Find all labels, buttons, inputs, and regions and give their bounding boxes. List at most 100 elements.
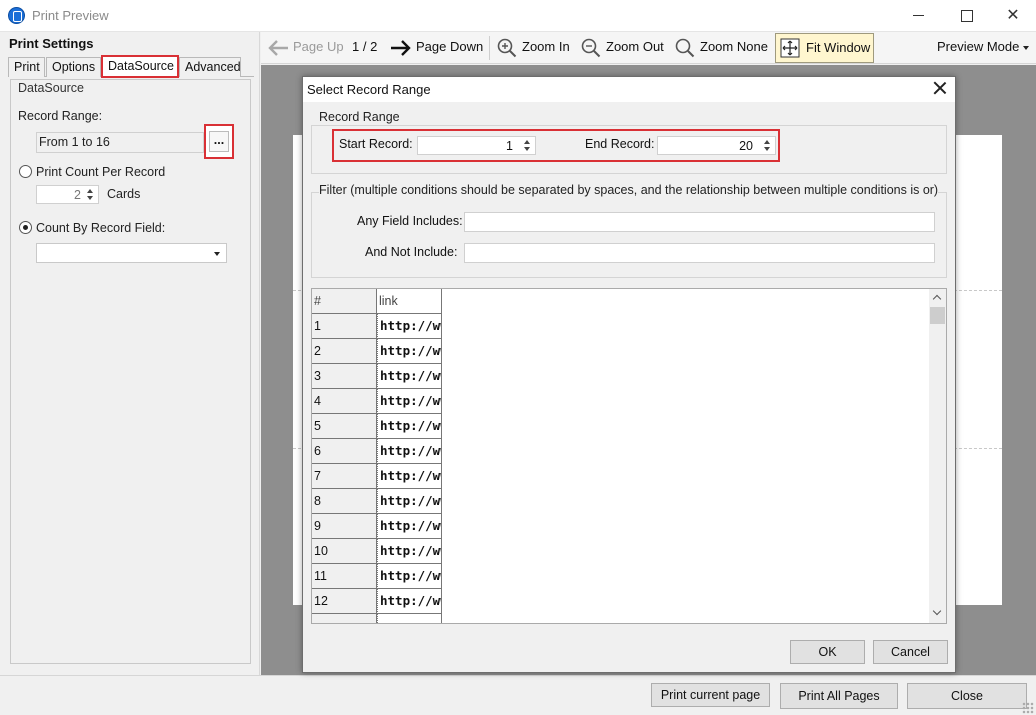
row-number-cell[interactable]: 4 bbox=[312, 389, 377, 414]
close-button[interactable]: Close bbox=[907, 683, 1027, 709]
row-number-cell[interactable]: 11 bbox=[312, 564, 377, 589]
link-cell[interactable]: http://ww bbox=[377, 389, 442, 414]
row-number-cell[interactable]: 7 bbox=[312, 464, 377, 489]
link-cell[interactable]: http://ww bbox=[377, 514, 442, 539]
print-count-value: 2 bbox=[74, 188, 81, 202]
row-number-cell[interactable]: 10 bbox=[312, 539, 377, 564]
row-number-cell[interactable] bbox=[312, 614, 377, 623]
link-cell[interactable]: http://ww bbox=[377, 364, 442, 389]
link-cell[interactable]: http://ww bbox=[377, 464, 442, 489]
browse-record-range-button[interactable]: ... bbox=[209, 131, 229, 152]
row-number-cell[interactable]: 2 bbox=[312, 339, 377, 364]
record-field-select[interactable] bbox=[36, 243, 227, 263]
row-number-cell[interactable]: 12 bbox=[312, 589, 377, 614]
end-record-stepper[interactable]: 20 bbox=[657, 136, 776, 155]
scrollbar-thumb[interactable] bbox=[930, 307, 945, 324]
tab-print[interactable]: Print bbox=[8, 57, 45, 77]
zoom-none-button[interactable]: Zoom None bbox=[700, 39, 768, 54]
link-cell[interactable]: http://ww bbox=[377, 589, 442, 614]
link-cell[interactable]: http://ww bbox=[377, 489, 442, 514]
count-by-field-radio[interactable] bbox=[19, 221, 32, 234]
record-range-field[interactable]: From 1 to 16 bbox=[36, 132, 204, 153]
row-number-cell[interactable]: 1 bbox=[312, 314, 377, 339]
chevron-down-icon bbox=[214, 252, 220, 256]
title-bar: Print Preview ✕ bbox=[0, 0, 1036, 32]
fit-window-button[interactable]: Fit Window bbox=[775, 33, 874, 63]
record-range-highlight: ... bbox=[204, 124, 234, 159]
grid-header-num[interactable]: # bbox=[312, 289, 377, 314]
any-field-includes-input[interactable] bbox=[464, 212, 935, 232]
row-number-cell[interactable]: 5 bbox=[312, 414, 377, 439]
dialog-close-icon[interactable] bbox=[933, 81, 947, 95]
print-current-page-button[interactable]: Print current page bbox=[651, 683, 770, 707]
zoom-out-button[interactable]: Zoom Out bbox=[606, 39, 664, 54]
spin-arrows-icon[interactable] bbox=[761, 137, 775, 154]
spin-arrows-icon[interactable] bbox=[521, 137, 535, 154]
arrow-right-icon bbox=[391, 40, 411, 56]
grid-scrollbar[interactable] bbox=[929, 289, 946, 623]
link-cell[interactable]: http://ww bbox=[377, 564, 442, 589]
print-count-radio[interactable] bbox=[19, 165, 32, 178]
row-number-cell[interactable]: 9 bbox=[312, 514, 377, 539]
zoom-out-icon bbox=[581, 38, 601, 58]
record-range-highlight-box: Start Record: 1 End Record: 20 bbox=[332, 129, 780, 162]
start-record-label: Start Record: bbox=[339, 137, 413, 151]
filter-group bbox=[311, 192, 947, 278]
select-record-range-dialog: Select Record Range Record Range Start R… bbox=[302, 76, 956, 673]
ok-button[interactable]: OK bbox=[790, 640, 865, 664]
preview-toolbar: Page Up 1 / 2 Page Down Zoom In Zoom Out… bbox=[261, 32, 1036, 64]
page-indicator: 1 / 2 bbox=[352, 39, 378, 54]
print-all-pages-button[interactable]: Print All Pages bbox=[780, 683, 898, 709]
toolbar-divider bbox=[489, 36, 490, 60]
end-record-value: 20 bbox=[739, 139, 753, 153]
preview-mode-menu[interactable]: Preview Mode bbox=[937, 39, 1019, 54]
tab-advanced[interactable]: Advanced bbox=[179, 57, 241, 77]
dropdown-arrow-icon bbox=[1023, 46, 1029, 50]
app-logo-icon bbox=[8, 7, 25, 24]
print-count-stepper[interactable]: 2 bbox=[36, 185, 99, 204]
minimize-button[interactable] bbox=[896, 0, 942, 31]
print-settings-title: Print Settings bbox=[9, 36, 94, 51]
row-number-cell[interactable]: 8 bbox=[312, 489, 377, 514]
tab-datasource[interactable]: DataSource bbox=[101, 55, 179, 78]
row-number-cell[interactable]: 3 bbox=[312, 364, 377, 389]
start-record-value: 1 bbox=[506, 139, 513, 153]
start-record-stepper[interactable]: 1 bbox=[417, 136, 536, 155]
print-count-label: Print Count Per Record bbox=[36, 165, 166, 179]
datasource-group-label: DataSource bbox=[18, 81, 85, 95]
end-record-label: End Record: bbox=[585, 137, 655, 151]
filter-group-label: Filter (multiple conditions should be se… bbox=[319, 183, 939, 197]
zoom-in-icon bbox=[497, 38, 517, 58]
zoom-none-icon bbox=[675, 38, 695, 58]
record-range-group-label: Record Range bbox=[319, 110, 400, 124]
link-cell[interactable]: http://ww bbox=[377, 339, 442, 364]
scroll-up-icon[interactable] bbox=[932, 294, 942, 304]
zoom-in-button[interactable]: Zoom In bbox=[522, 39, 570, 54]
arrow-left-icon bbox=[268, 40, 288, 56]
bottom-bar: Print current page Print All Pages Close bbox=[0, 675, 1036, 715]
cancel-button[interactable]: Cancel bbox=[873, 640, 948, 664]
link-cell[interactable]: http://ww bbox=[377, 414, 442, 439]
page-up-button[interactable]: Page Up bbox=[293, 39, 344, 54]
not-include-input[interactable] bbox=[464, 243, 935, 263]
link-cell[interactable] bbox=[377, 614, 442, 623]
scroll-down-icon[interactable] bbox=[932, 606, 942, 616]
link-cell[interactable]: http://ww bbox=[377, 539, 442, 564]
records-grid: # link 1 http://ww 2 http://ww 3 http://ww 4 ht… bbox=[311, 288, 947, 624]
count-by-field-label: Count By Record Field: bbox=[36, 221, 166, 235]
row-number-cell[interactable]: 6 bbox=[312, 439, 377, 464]
page-down-button[interactable]: Page Down bbox=[416, 39, 483, 54]
not-include-label: And Not Include: bbox=[365, 245, 458, 259]
spin-arrows-icon[interactable] bbox=[84, 186, 98, 203]
grid-header-link[interactable]: link bbox=[377, 289, 442, 314]
link-cell[interactable]: http://ww bbox=[377, 439, 442, 464]
tab-options[interactable]: Options bbox=[46, 57, 101, 77]
maximize-button[interactable] bbox=[943, 0, 989, 31]
record-range-label: Record Range: bbox=[18, 109, 103, 123]
resize-grip-icon[interactable] bbox=[1022, 702, 1034, 714]
link-cell[interactable]: http://ww bbox=[377, 314, 442, 339]
window-close-button[interactable]: ✕ bbox=[990, 0, 1036, 31]
any-field-includes-label: Any Field Includes: bbox=[357, 214, 463, 228]
dialog-title: Select Record Range bbox=[307, 82, 431, 97]
print-settings-panel: Print Settings Print Options DataSource … bbox=[0, 32, 260, 675]
